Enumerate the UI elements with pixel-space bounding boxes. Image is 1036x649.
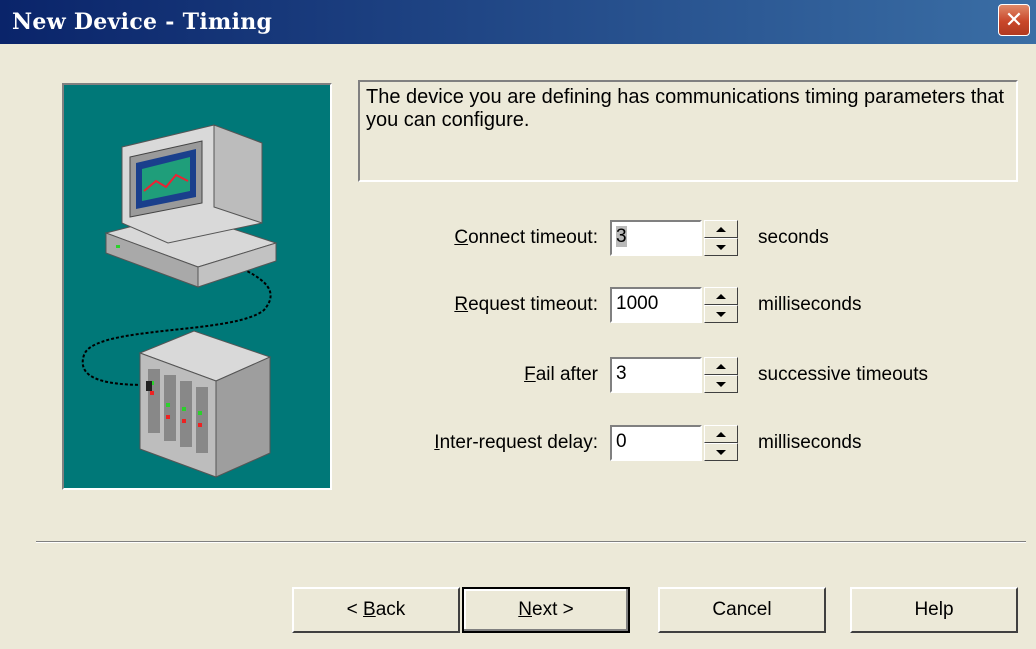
device-rack-illustration [138,330,272,478]
connect-timeout-field[interactable]: 3 [610,220,702,256]
back-button[interactable]: < Back [292,587,460,633]
spin-down-icon[interactable] [704,305,738,323]
inter-request-delay-field[interactable]: 0 [610,425,702,461]
title-bar[interactable]: New Device - Timing ✕ [0,0,1036,44]
cancel-button[interactable]: Cancel [658,587,826,633]
request-timeout-label: Request timeout: [454,294,598,315]
close-icon[interactable]: ✕ [998,4,1030,36]
wizard-illustration [62,83,332,490]
spin-down-icon[interactable] [704,443,738,461]
fail-after-field[interactable]: 3 [610,357,702,393]
spin-up-icon[interactable] [704,287,738,305]
request-timeout-unit: milliseconds [758,294,862,315]
spin-down-icon[interactable] [704,238,738,256]
request-timeout-spinner[interactable] [704,287,738,323]
inter-request-delay-spinner[interactable] [704,425,738,461]
fail-after-unit: successive timeouts [758,364,929,385]
description-box: The device you are defining has communic… [358,80,1018,182]
computer-illustration [104,124,278,288]
inter-request-delay-unit: milliseconds [758,432,862,453]
spin-up-icon[interactable] [704,357,738,375]
spin-up-icon[interactable] [704,220,738,238]
connect-timeout-label: Connect timeout: [454,227,598,248]
footer-separator [36,541,1026,543]
spin-up-icon[interactable] [704,425,738,443]
connect-timeout-unit: seconds [758,227,829,248]
spin-down-icon[interactable] [704,375,738,393]
next-button[interactable]: Next > [462,587,630,633]
window-title: New Device - Timing [12,9,273,35]
connect-timeout-spinner[interactable] [704,220,738,256]
inter-request-delay-label: Inter-request delay: [434,432,598,453]
help-button[interactable]: Help [850,587,1018,633]
request-timeout-field[interactable]: 1000 [610,287,702,323]
fail-after-label: Fail after [524,364,598,385]
dialog-window: New Device - Timing ✕ The device you are… [0,0,1036,649]
fail-after-spinner[interactable] [704,357,738,393]
